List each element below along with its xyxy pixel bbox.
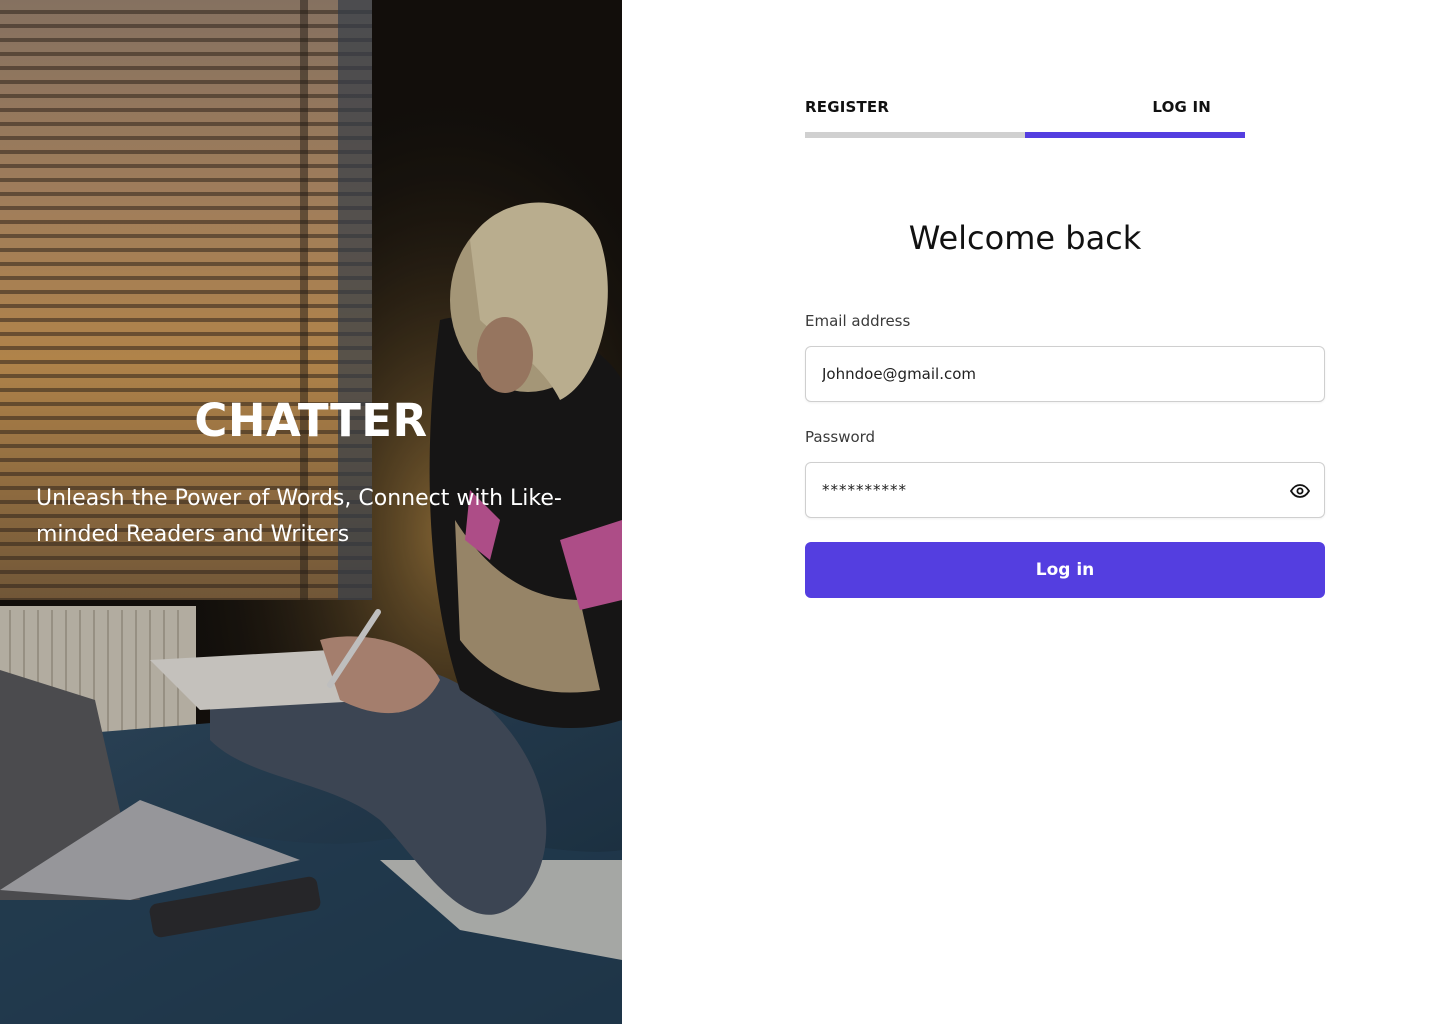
- auth-tabs: REGISTER LOG IN: [805, 96, 1245, 138]
- page-title: Welcome back: [908, 219, 1142, 257]
- tab-login-label: LOG IN: [1152, 98, 1211, 116]
- password-field[interactable]: [806, 463, 1324, 517]
- tab-login[interactable]: LOG IN: [1025, 96, 1245, 138]
- hero-panel: CHATTER Unleash the Power of Words, Conn…: [0, 0, 622, 1024]
- tab-register[interactable]: REGISTER: [805, 96, 1025, 138]
- eye-icon[interactable]: [1288, 479, 1312, 503]
- email-label: Email address: [805, 312, 911, 330]
- auth-panel: REGISTER LOG IN Welcome back Email addre…: [622, 0, 1440, 1024]
- password-field-wrapper: [805, 462, 1325, 518]
- brand-title: CHATTER: [194, 394, 428, 447]
- login-button[interactable]: Log in: [805, 542, 1325, 598]
- brand-tagline: Unleash the Power of Words, Connect with…: [36, 486, 562, 547]
- password-label: Password: [805, 428, 876, 446]
- tab-register-label: REGISTER: [805, 98, 890, 116]
- email-field-wrapper: [805, 346, 1325, 402]
- email-field[interactable]: [806, 347, 1324, 401]
- tab-login-indicator: [1025, 132, 1245, 138]
- tab-register-indicator: [805, 132, 1025, 138]
- login-page: CHATTER Unleash the Power of Words, Conn…: [0, 0, 1440, 1024]
